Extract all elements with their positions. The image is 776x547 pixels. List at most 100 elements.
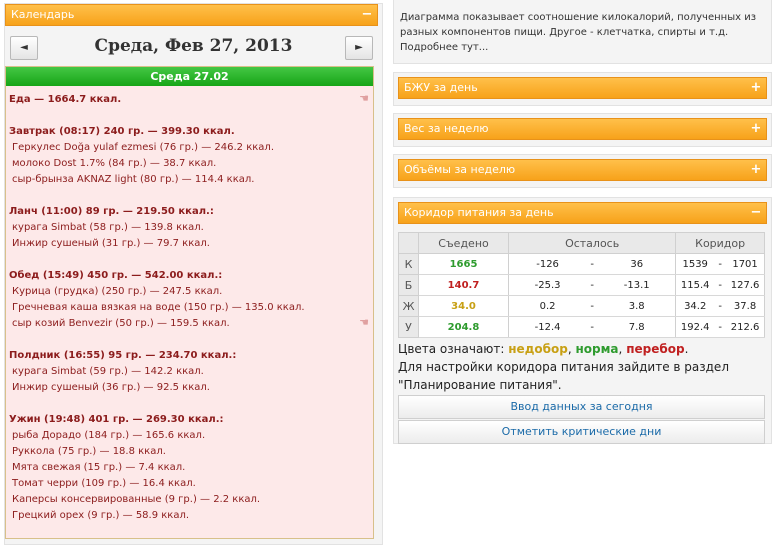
meal-item: молоко Dost 1.7% (84 гр.) — 38.7 ккал. xyxy=(12,158,217,169)
legend-prefix: Цвета означают: xyxy=(398,342,505,356)
meal-supper: Ужин (19:48) 401 гр. — 269.30 ккал.: рыб… xyxy=(9,412,370,524)
calendar-panel-title: Календарь xyxy=(11,8,75,21)
corridor-max: 1701 xyxy=(726,253,766,275)
table-header: Осталось xyxy=(507,232,677,254)
enter-data-button[interactable]: Ввод данных за сегодня xyxy=(398,395,765,419)
food-total: Еда — 1664.7 ккал. xyxy=(9,94,122,105)
bju-panel: БЖУ за день + xyxy=(393,72,772,106)
meal-dinner: Обед (15:49) 450 гр. — 542.00 ккал.: Кур… xyxy=(9,268,370,332)
corridor-min: 115.4 xyxy=(675,274,715,296)
expand-icon[interactable]: + xyxy=(750,163,762,176)
meal-head: Завтрак (08:17) 240 гр. — 399.30 ккал. xyxy=(9,126,235,137)
mark-critical-days-button[interactable]: Отметить критические дни xyxy=(398,420,765,444)
eaten-value: 34.0 xyxy=(418,295,509,317)
meal-item: Мята свежая (15 гр.) — 7.4 ккал. xyxy=(12,462,186,473)
weight-panel-title: Вес за неделю xyxy=(404,122,489,135)
plan-hint: Для настройки коридора питания зайдите в… xyxy=(398,360,729,392)
remaining-max: 3.8 xyxy=(598,295,677,317)
volumes-panel-title: Объёмы за неделю xyxy=(404,163,516,176)
remaining-min: -12.4 xyxy=(508,316,587,338)
corridor-max: 127.6 xyxy=(726,274,766,296)
corridor-max: 37.8 xyxy=(726,295,766,317)
row-key: Б xyxy=(398,274,419,296)
meal-head: Полдник (16:55) 95 гр. — 234.70 ккал.: xyxy=(9,350,237,361)
hand-pointer-icon[interactable]: ☚ xyxy=(359,92,369,105)
corridor-table: Съедено Осталось Коридор К 1665 -126 - 3… xyxy=(398,232,766,338)
corridor-min: 192.4 xyxy=(675,316,715,338)
meal-item: рыба Дорадо (184 гр.) — 165.6 ккал. xyxy=(12,430,206,441)
legend-end: . xyxy=(684,342,689,356)
expand-icon[interactable]: + xyxy=(750,81,762,94)
meal-item: Каперсы консервированные (9 гр.) — 2.2 к… xyxy=(12,494,261,505)
collapse-icon[interactable]: − xyxy=(750,206,762,219)
table-header xyxy=(398,232,419,254)
color-legend: Цвета означают: недобор, норма, перебор. xyxy=(398,340,767,358)
legend-separator: , xyxy=(618,342,623,356)
meal-item: Инжир сушеный (31 гр.) — 79.7 ккал. xyxy=(12,238,210,249)
day-summary-box: Среда 27.02 Еда — 1664.7 ккал. ☚ Завтрак… xyxy=(5,66,374,539)
meal-item: курага Simbat (58 гр.) — 139.8 ккал. xyxy=(12,222,204,233)
row-key: Ж xyxy=(398,295,419,317)
meal-head: Ужин (19:48) 401 гр. — 269.30 ккал.: xyxy=(9,414,224,425)
legend-over: перебор xyxy=(626,342,685,356)
meal-item: сыр-брынза AKNAZ light (80 гр.) — 114.4 … xyxy=(12,174,255,185)
legend-norm: норма xyxy=(575,342,619,356)
next-day-button[interactable]: ► xyxy=(345,36,373,60)
meal-item: сыр козий Benvezir (50 гр.) — 159.5 ккал… xyxy=(12,318,230,329)
volumes-panel: Объёмы за неделю + xyxy=(393,154,772,188)
corridor-min: 34.2 xyxy=(675,295,715,317)
meal-head: Обед (15:49) 450 гр. — 542.00 ккал.: xyxy=(9,270,223,281)
corridor-max: 212.6 xyxy=(726,316,766,338)
day-body: Еда — 1664.7 ккал. ☚ Завтрак (08:17) 240… xyxy=(6,86,373,524)
meal-breakfast: Завтрак (08:17) 240 гр. — 399.30 ккал. Г… xyxy=(9,124,370,188)
remaining-min: -25.3 xyxy=(508,274,587,296)
remaining-min: 0.2 xyxy=(508,295,587,317)
dash: - xyxy=(586,295,599,317)
chart-info-box: Диаграмма показывает соотношение килокал… xyxy=(393,0,772,64)
expand-icon[interactable]: + xyxy=(750,122,762,135)
table-row: У 204.8 -12.4 - 7.8 192.4 - 212.6 xyxy=(398,316,766,338)
legend-separator: , xyxy=(567,342,572,356)
corridor-panel-title: Коридор питания за день xyxy=(404,206,554,219)
dash: - xyxy=(714,295,727,317)
dash: - xyxy=(586,316,599,338)
table-header-row: Съедено Осталось Коридор xyxy=(398,232,765,254)
remaining-min: -126 xyxy=(508,253,587,275)
table-row: Б 140.7 -25.3 - -13.1 115.4 - 127.6 xyxy=(398,274,766,296)
legend-under: недобор xyxy=(508,342,568,356)
meal-item: Геркулес Doğa yulaf ezmesi (76 гр.) — 24… xyxy=(12,142,275,153)
hand-pointer-icon[interactable]: ☚ xyxy=(359,316,369,329)
weight-panel: Вес за неделю + xyxy=(393,113,772,147)
meal-head: Ланч (11:00) 89 гр. — 219.50 ккал.: xyxy=(9,206,214,217)
dash: - xyxy=(586,274,599,296)
row-key: У xyxy=(398,316,419,338)
meal-item: Гречневая каша вязкая на воде (150 гр.) … xyxy=(12,302,305,313)
calendar-panel-header[interactable]: Календарь − xyxy=(5,4,378,26)
table-row: Ж 34.0 0.2 - 3.8 34.2 - 37.8 xyxy=(398,295,766,317)
volumes-panel-header[interactable]: Объёмы за неделю + xyxy=(398,159,767,181)
remaining-max: 7.8 xyxy=(598,316,677,338)
meal-lunch: Ланч (11:00) 89 гр. — 219.50 ккал.: кура… xyxy=(9,204,370,252)
corridor-min: 1539 xyxy=(675,253,715,275)
meal-item: Томат черри (109 гр.) — 16.4 ккал. xyxy=(12,478,196,489)
dash: - xyxy=(714,316,727,338)
table-header: Коридор xyxy=(675,232,765,254)
table-header: Съедено xyxy=(418,232,509,254)
meal-item: курага Simbat (59 гр.) — 142.2 ккал. xyxy=(12,366,204,377)
meal-item: Грецкий орех (9 гр.) — 58.9 ккал. xyxy=(12,510,190,521)
bju-panel-header[interactable]: БЖУ за день + xyxy=(398,77,767,99)
corridor-panel-header[interactable]: Коридор питания за день − xyxy=(398,202,767,224)
meal-snack: Полдник (16:55) 95 гр. — 234.70 ккал.: к… xyxy=(9,348,370,396)
dash: - xyxy=(586,253,599,275)
corridor-panel: Коридор питания за день − Съедено Остало… xyxy=(393,197,772,444)
dash: - xyxy=(714,253,727,275)
weight-panel-header[interactable]: Вес за неделю + xyxy=(398,118,767,140)
bju-panel-title: БЖУ за день xyxy=(404,81,478,94)
chart-info-text: Диаграмма показывает соотношение килокал… xyxy=(400,12,757,53)
collapse-icon[interactable]: − xyxy=(361,8,373,21)
eaten-value: 204.8 xyxy=(418,316,509,338)
table-row: К 1665 -126 - 36 1539 - 1701 xyxy=(398,253,766,275)
current-date-title: Среда, Фев 27, 2013 xyxy=(94,36,293,56)
day-header[interactable]: Среда 27.02 xyxy=(6,67,373,86)
remaining-max: 36 xyxy=(598,253,677,275)
